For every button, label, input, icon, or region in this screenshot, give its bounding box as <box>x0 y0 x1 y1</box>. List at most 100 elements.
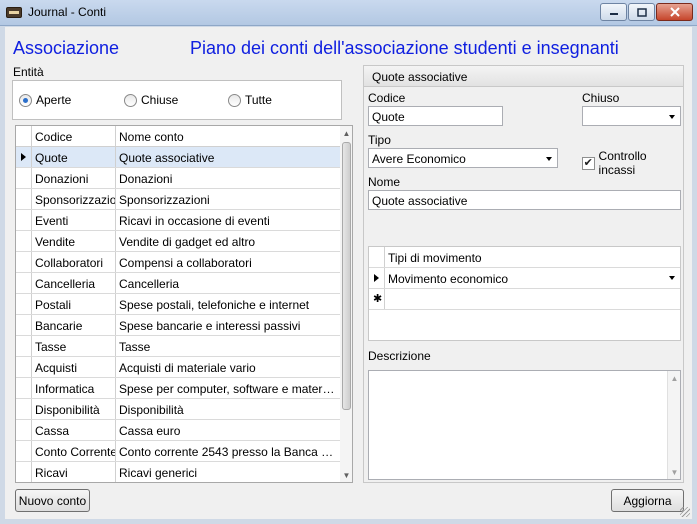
cell-codice[interactable]: Sponsorizzazioni <box>32 189 116 209</box>
cell-nome-conto[interactable]: Tasse <box>116 336 336 356</box>
row-selector[interactable] <box>16 189 32 209</box>
row-selector[interactable] <box>16 399 32 419</box>
scroll-down-icon[interactable]: ▼ <box>340 468 352 482</box>
table-row[interactable]: Tasse Tasse <box>16 336 352 357</box>
cell-nome-conto[interactable]: Spese per computer, software e materiali… <box>116 378 336 398</box>
cell-nome-conto[interactable]: Disponibilità <box>116 399 336 419</box>
row-selector[interactable] <box>16 336 32 356</box>
cell-codice[interactable]: Bancarie <box>32 315 116 335</box>
maximize-button[interactable] <box>628 3 655 21</box>
cell-nome-conto[interactable]: Acquisti di materiale vario <box>116 357 336 377</box>
radio-tutte[interactable]: Tutte <box>228 93 272 107</box>
cell-nome-conto[interactable]: Conto corrente 2543 presso la Banca Pop.… <box>116 441 336 461</box>
cell-codice[interactable]: Conto Corrente <box>32 441 116 461</box>
controllo-incassi-checkbox[interactable]: ✔ Controllo incassi <box>582 149 683 177</box>
cell-nome-conto[interactable]: Spese postali, telefoniche e internet <box>116 294 336 314</box>
chevron-down-icon[interactable] <box>669 276 675 280</box>
tipi-movimento-grid[interactable]: Tipi di movimento Movimento economico ✱ <box>368 246 681 341</box>
row-selector[interactable] <box>16 378 32 398</box>
scroll-up-icon[interactable]: ▲ <box>668 371 681 385</box>
table-row[interactable]: Informatica Spese per computer, software … <box>16 378 352 399</box>
cell-nome-conto[interactable]: Spese bancarie e interessi passivi <box>116 315 336 335</box>
row-selector[interactable] <box>16 357 32 377</box>
table-row[interactable]: SponsorizzazioniSponsorizzazioni <box>16 189 352 210</box>
cell-codice[interactable]: Donazioni <box>32 168 116 188</box>
cell-nome-conto[interactable]: Sponsorizzazioni <box>116 189 336 209</box>
cell-codice[interactable]: Tasse <box>32 336 116 356</box>
table-row[interactable]: Cassa Cassa euro <box>16 420 352 441</box>
cell-nome-conto[interactable]: Cassa euro <box>116 420 336 440</box>
cell-nome-conto[interactable]: Donazioni <box>116 168 336 188</box>
codice-input[interactable]: Quote <box>368 106 503 126</box>
row-selector[interactable] <box>16 168 32 188</box>
table-row[interactable]: Disponibilità Disponibilità <box>16 399 352 420</box>
accounts-grid[interactable]: Codice Nome conto Quote Quote associative… <box>15 125 353 483</box>
column-header-tipi-movimento[interactable]: Tipi di movimento <box>385 247 680 267</box>
cell-codice[interactable]: Ricavi <box>32 462 116 482</box>
scroll-up-icon[interactable]: ▲ <box>340 126 352 140</box>
cell-codice[interactable]: Cancelleria <box>32 273 116 293</box>
row-selector[interactable] <box>16 441 32 461</box>
tipo-select[interactable]: Avere Economico <box>368 148 558 168</box>
new-row-cell[interactable] <box>385 289 680 309</box>
table-row[interactable]: Conto Corrente Conto corrente 2543 presso… <box>16 441 352 462</box>
row-selector[interactable] <box>16 294 32 314</box>
close-button[interactable] <box>656 3 693 21</box>
row-selector[interactable] <box>16 231 32 251</box>
descrizione-textarea[interactable]: ▲ ▼ <box>368 370 681 480</box>
scroll-thumb[interactable] <box>342 142 351 410</box>
column-header-nome-conto[interactable]: Nome conto <box>116 126 336 146</box>
table-row[interactable]: Vendite Vendite di gadget ed altro <box>16 231 352 252</box>
cell-codice[interactable]: Vendite <box>32 231 116 251</box>
table-row[interactable]: Cancelleria Cancelleria <box>16 273 352 294</box>
table-row[interactable]: Collaboratori Compensi a collaboratori <box>16 252 352 273</box>
cell-nome-conto[interactable]: Ricavi in occasione di eventi <box>116 210 336 230</box>
cell-codice[interactable]: Postali <box>32 294 116 314</box>
table-row[interactable]: Eventi Ricavi in occasione di eventi <box>16 210 352 231</box>
table-row[interactable]: Acquisti Acquisti di materiale vario <box>16 357 352 378</box>
cell-nome-conto[interactable]: Ricavi generici <box>116 462 336 482</box>
row-selector[interactable] <box>16 420 32 440</box>
table-row[interactable]: Movimento economico <box>369 268 680 289</box>
row-selector[interactable] <box>16 315 32 335</box>
new-row[interactable]: ✱ <box>369 289 680 310</box>
resize-grip-icon[interactable] <box>680 507 690 517</box>
minimize-button[interactable] <box>600 3 627 21</box>
row-selector[interactable]: ✱ <box>369 289 385 309</box>
cell-codice[interactable]: Cassa <box>32 420 116 440</box>
row-selector[interactable] <box>369 268 385 288</box>
table-row[interactable]: Postali Spese postali, telefoniche e inte… <box>16 294 352 315</box>
table-row[interactable]: Donazioni Donazioni <box>16 168 352 189</box>
cell-codice[interactable]: Quote <box>32 147 116 167</box>
cell-nome-conto[interactable]: Vendite di gadget ed altro <box>116 231 336 251</box>
cell-codice[interactable]: Informatica <box>32 378 116 398</box>
row-selector[interactable] <box>16 210 32 230</box>
row-selector[interactable] <box>16 147 32 167</box>
cell-codice[interactable]: Acquisti <box>32 357 116 377</box>
cell-nome-conto[interactable]: Cancelleria <box>116 273 336 293</box>
chevron-down-icon[interactable] <box>546 157 552 161</box>
cell-codice[interactable]: Disponibilità <box>32 399 116 419</box>
radio-chiuse[interactable]: Chiuse <box>124 93 178 107</box>
cell-codice[interactable]: Eventi <box>32 210 116 230</box>
row-selector[interactable] <box>16 252 32 272</box>
title-bar[interactable]: Journal - Conti <box>0 0 697 26</box>
descrizione-scrollbar[interactable]: ▲ ▼ <box>667 371 680 479</box>
cell-nome-conto[interactable]: Quote associative <box>116 147 336 167</box>
nuovo-conto-button[interactable]: Nuovo conto <box>15 489 90 512</box>
nome-input[interactable]: Quote associative <box>368 190 681 210</box>
radio-aperte[interactable]: Aperte <box>19 93 71 107</box>
row-selector[interactable] <box>16 273 32 293</box>
row-selector[interactable] <box>16 462 32 482</box>
table-row[interactable]: Ricavi Ricavi generici <box>16 462 352 482</box>
chiuso-date-picker[interactable] <box>582 106 681 126</box>
table-row[interactable]: Quote Quote associative <box>16 147 352 168</box>
table-row[interactable]: Bancarie Spese bancarie e interessi passi… <box>16 315 352 336</box>
aggiorna-button[interactable]: Aggiorna <box>611 489 684 512</box>
cell-nome-conto[interactable]: Compensi a collaboratori <box>116 252 336 272</box>
grid-vertical-scrollbar[interactable]: ▲ ▼ <box>340 126 352 482</box>
scroll-down-icon[interactable]: ▼ <box>668 465 681 479</box>
column-header-codice[interactable]: Codice <box>32 126 116 146</box>
chevron-down-icon[interactable] <box>669 115 675 119</box>
tipo-movimento-cell[interactable]: Movimento economico <box>385 268 680 288</box>
